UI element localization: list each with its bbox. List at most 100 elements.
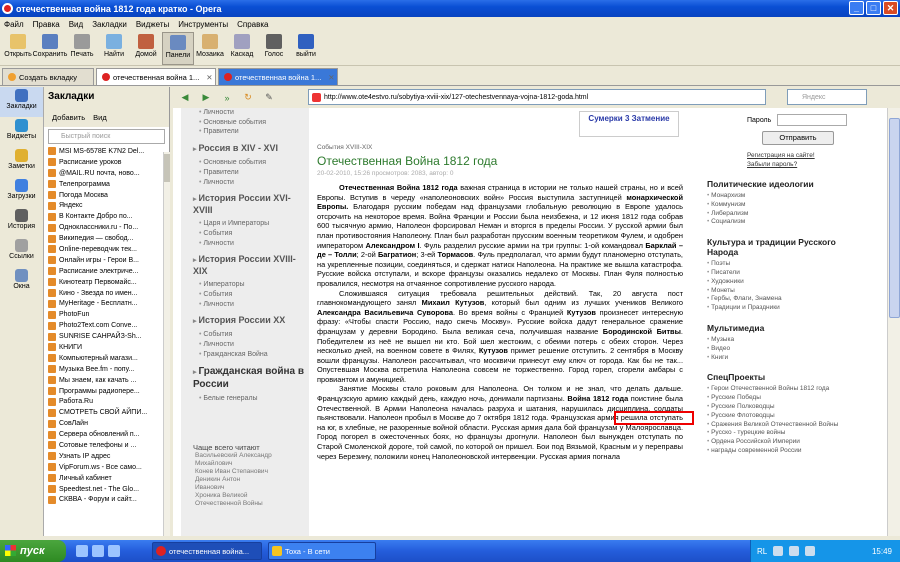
sidebar-link[interactable]: Гербы, Флаги, Знамена [707,295,851,304]
nav-link[interactable]: Белые генералы [199,394,309,404]
bookmark-item[interactable]: В Контакте Добро по... [48,211,169,222]
tray-icon[interactable] [805,546,816,556]
view-button[interactable]: Вид [93,113,107,122]
tab-close-icon[interactable]: ✕ [328,73,334,82]
sidebar-link[interactable]: Писатели [707,269,851,278]
nav-link[interactable]: Личности [199,340,309,350]
most-read-item[interactable]: Деникин Антон [195,476,309,484]
bookmarks-search-input[interactable]: Быстрый поиск [48,129,165,144]
bookmark-item[interactable]: MSI MS-6578E K7N2 Del... [48,146,169,157]
tray-icon[interactable] [789,546,800,556]
bookmark-item[interactable]: СМОТРЕТЬ СВОЙ АЙПИ... [48,407,169,418]
menu-item[interactable]: Закладки [92,20,127,29]
toolbar-button-1[interactable]: Открыть [2,32,34,65]
toolbar-button-7[interactable]: Мозаика [194,32,226,65]
ie-icon[interactable] [76,545,88,557]
bookmark-item[interactable]: Работа.Ru [48,396,169,407]
bookmark-item[interactable]: Online-переводчик тек... [48,244,169,255]
bookmark-item[interactable]: Онлайн игры - Герои В... [48,255,169,266]
sidebar-link[interactable]: Либерализм [707,210,851,219]
toolbar-button-5[interactable]: Домой [130,32,162,65]
sidebar-link[interactable]: Русские Полководцы [707,403,851,412]
panel-4[interactable]: Загрузки [0,177,43,207]
panel-1[interactable]: Закладки [0,87,43,117]
ad-banner[interactable]: Сумерки 3 Затмение [579,111,679,137]
media-icon[interactable] [108,545,120,557]
bookmark-item[interactable]: Мы знаем, как качать ... [48,375,169,386]
nav-link[interactable]: Личности [199,108,309,118]
bookmark-item[interactable]: СовЛайн [48,418,169,429]
sidebar-link[interactable]: Книги [707,354,851,363]
desktop-icon[interactable] [92,545,104,557]
sidebar-link[interactable]: Русско - турецкие войны [707,429,851,438]
tab[interactable]: отечественная война 1... ✕ [96,68,216,85]
nav-link[interactable]: Правители [199,127,309,137]
nav-link[interactable]: Личности [199,239,309,249]
task-opera[interactable]: отечественная война... [152,542,262,560]
bookmark-item[interactable]: Компьютерный магази... [48,353,169,364]
bookmark-item[interactable]: Кино - Звезда по имен... [48,288,169,299]
sidebar-link[interactable]: Монархизм [707,192,851,201]
nav-link[interactable]: Правители [199,168,309,178]
bookmark-item[interactable]: Расписание уроков [48,157,169,168]
bookmark-item[interactable]: Speedtest.net - The Glo... [48,484,169,495]
bookmark-item[interactable]: КНИГИ [48,342,169,353]
bookmark-item[interactable]: @MAIL.RU почта, ново... [48,168,169,179]
bookmark-item[interactable]: СКВВА - Форум и сайт... [48,495,169,506]
bookmark-item[interactable]: Сотовые телефоны и ... [48,440,169,451]
search-input[interactable]: Яндекс [787,89,867,105]
toolbar-button-3[interactable]: Печать [66,32,98,65]
toolbar-button-2[interactable]: Сохранить [33,32,67,65]
bookmark-item[interactable]: Узнать IP адрес [48,451,169,462]
most-read-item[interactable]: Отечественной Войны [195,500,309,508]
toolbar-button-10[interactable]: выйти [290,32,322,65]
bookmark-item[interactable]: Photo2Text.com Conve... [48,320,169,331]
sidebar-link[interactable]: Ордена Российской Империи [707,438,851,447]
sidebar-link[interactable]: Герои Отечественной Войны 1812 года [707,385,851,394]
sidebar-link[interactable]: Поэты [707,260,851,269]
maximize-button[interactable]: □ [866,1,881,15]
tab[interactable]: Создать вкладку [2,68,94,85]
bookmark-item[interactable]: Погода Москва [48,190,169,201]
nav-section-title[interactable]: Россия в XIV - XVI [193,143,309,155]
sidebar-link[interactable]: награды современной России [707,447,851,456]
nav-link[interactable]: Основные события [199,158,309,168]
bookmark-item[interactable]: Музыка Bee.fm - попу... [48,364,169,375]
nav-link[interactable]: Царя и Императоры [199,219,309,229]
register-link[interactable]: Регистрация на сайте! [747,151,851,160]
bookmark-item[interactable]: Личный кабинет [48,473,169,484]
bookmark-item[interactable]: VipForum.ws - Все само... [48,462,169,473]
bookmark-item[interactable]: Яндекс [48,200,169,211]
sidebar-link[interactable]: Художники [707,278,851,287]
bookmark-item[interactable]: Сервера обновлений п... [48,429,169,440]
close-button[interactable]: ✕ [883,1,898,15]
language-indicator[interactable]: RL [757,547,767,556]
bookmark-item[interactable]: Программы радиопере... [48,386,169,397]
minimize-button[interactable]: _ [849,1,864,15]
menu-item[interactable]: Инструменты [178,20,228,29]
send-button[interactable]: Отправить [762,131,834,145]
menu-item[interactable]: Виджеты [136,20,169,29]
page-scrollbar[interactable] [887,108,900,536]
nav-link[interactable]: События [199,229,309,239]
bookmark-item[interactable]: Википедия — свобод... [48,233,169,244]
forgot-password-link[interactable]: Забыли пароль? [747,160,851,169]
bookmark-item[interactable]: Телепрограмма [48,179,169,190]
address-field[interactable]: http://www.ote4estvo.ru/sobytiya-xviii-x… [308,89,766,105]
toolbar-button-6[interactable]: Панели [162,32,194,65]
tab[interactable]: отечественная война 1... ✕ [218,68,338,85]
nav-link[interactable]: Личности [199,178,309,188]
sidebar-link[interactable]: Русские Победы [707,394,851,403]
tray-icon[interactable] [773,546,784,556]
nav-link[interactable]: Личности [199,300,309,310]
sidebar-link[interactable]: Видео [707,345,851,354]
menu-item[interactable]: Справка [237,20,268,29]
back-icon[interactable]: ◀ [176,90,194,106]
sidebar-link[interactable]: Традиции и Праздники [707,304,851,313]
panel-7[interactable]: Окна [0,267,43,297]
panel-6[interactable]: Ссылки [0,237,43,267]
nav-link[interactable]: Гражданская Война [199,350,309,360]
add-bookmark-button[interactable]: Добавить [52,113,85,122]
bookmark-item[interactable]: Одноклассники.ru - По... [48,222,169,233]
sidebar-link[interactable]: Музыка [707,336,851,345]
